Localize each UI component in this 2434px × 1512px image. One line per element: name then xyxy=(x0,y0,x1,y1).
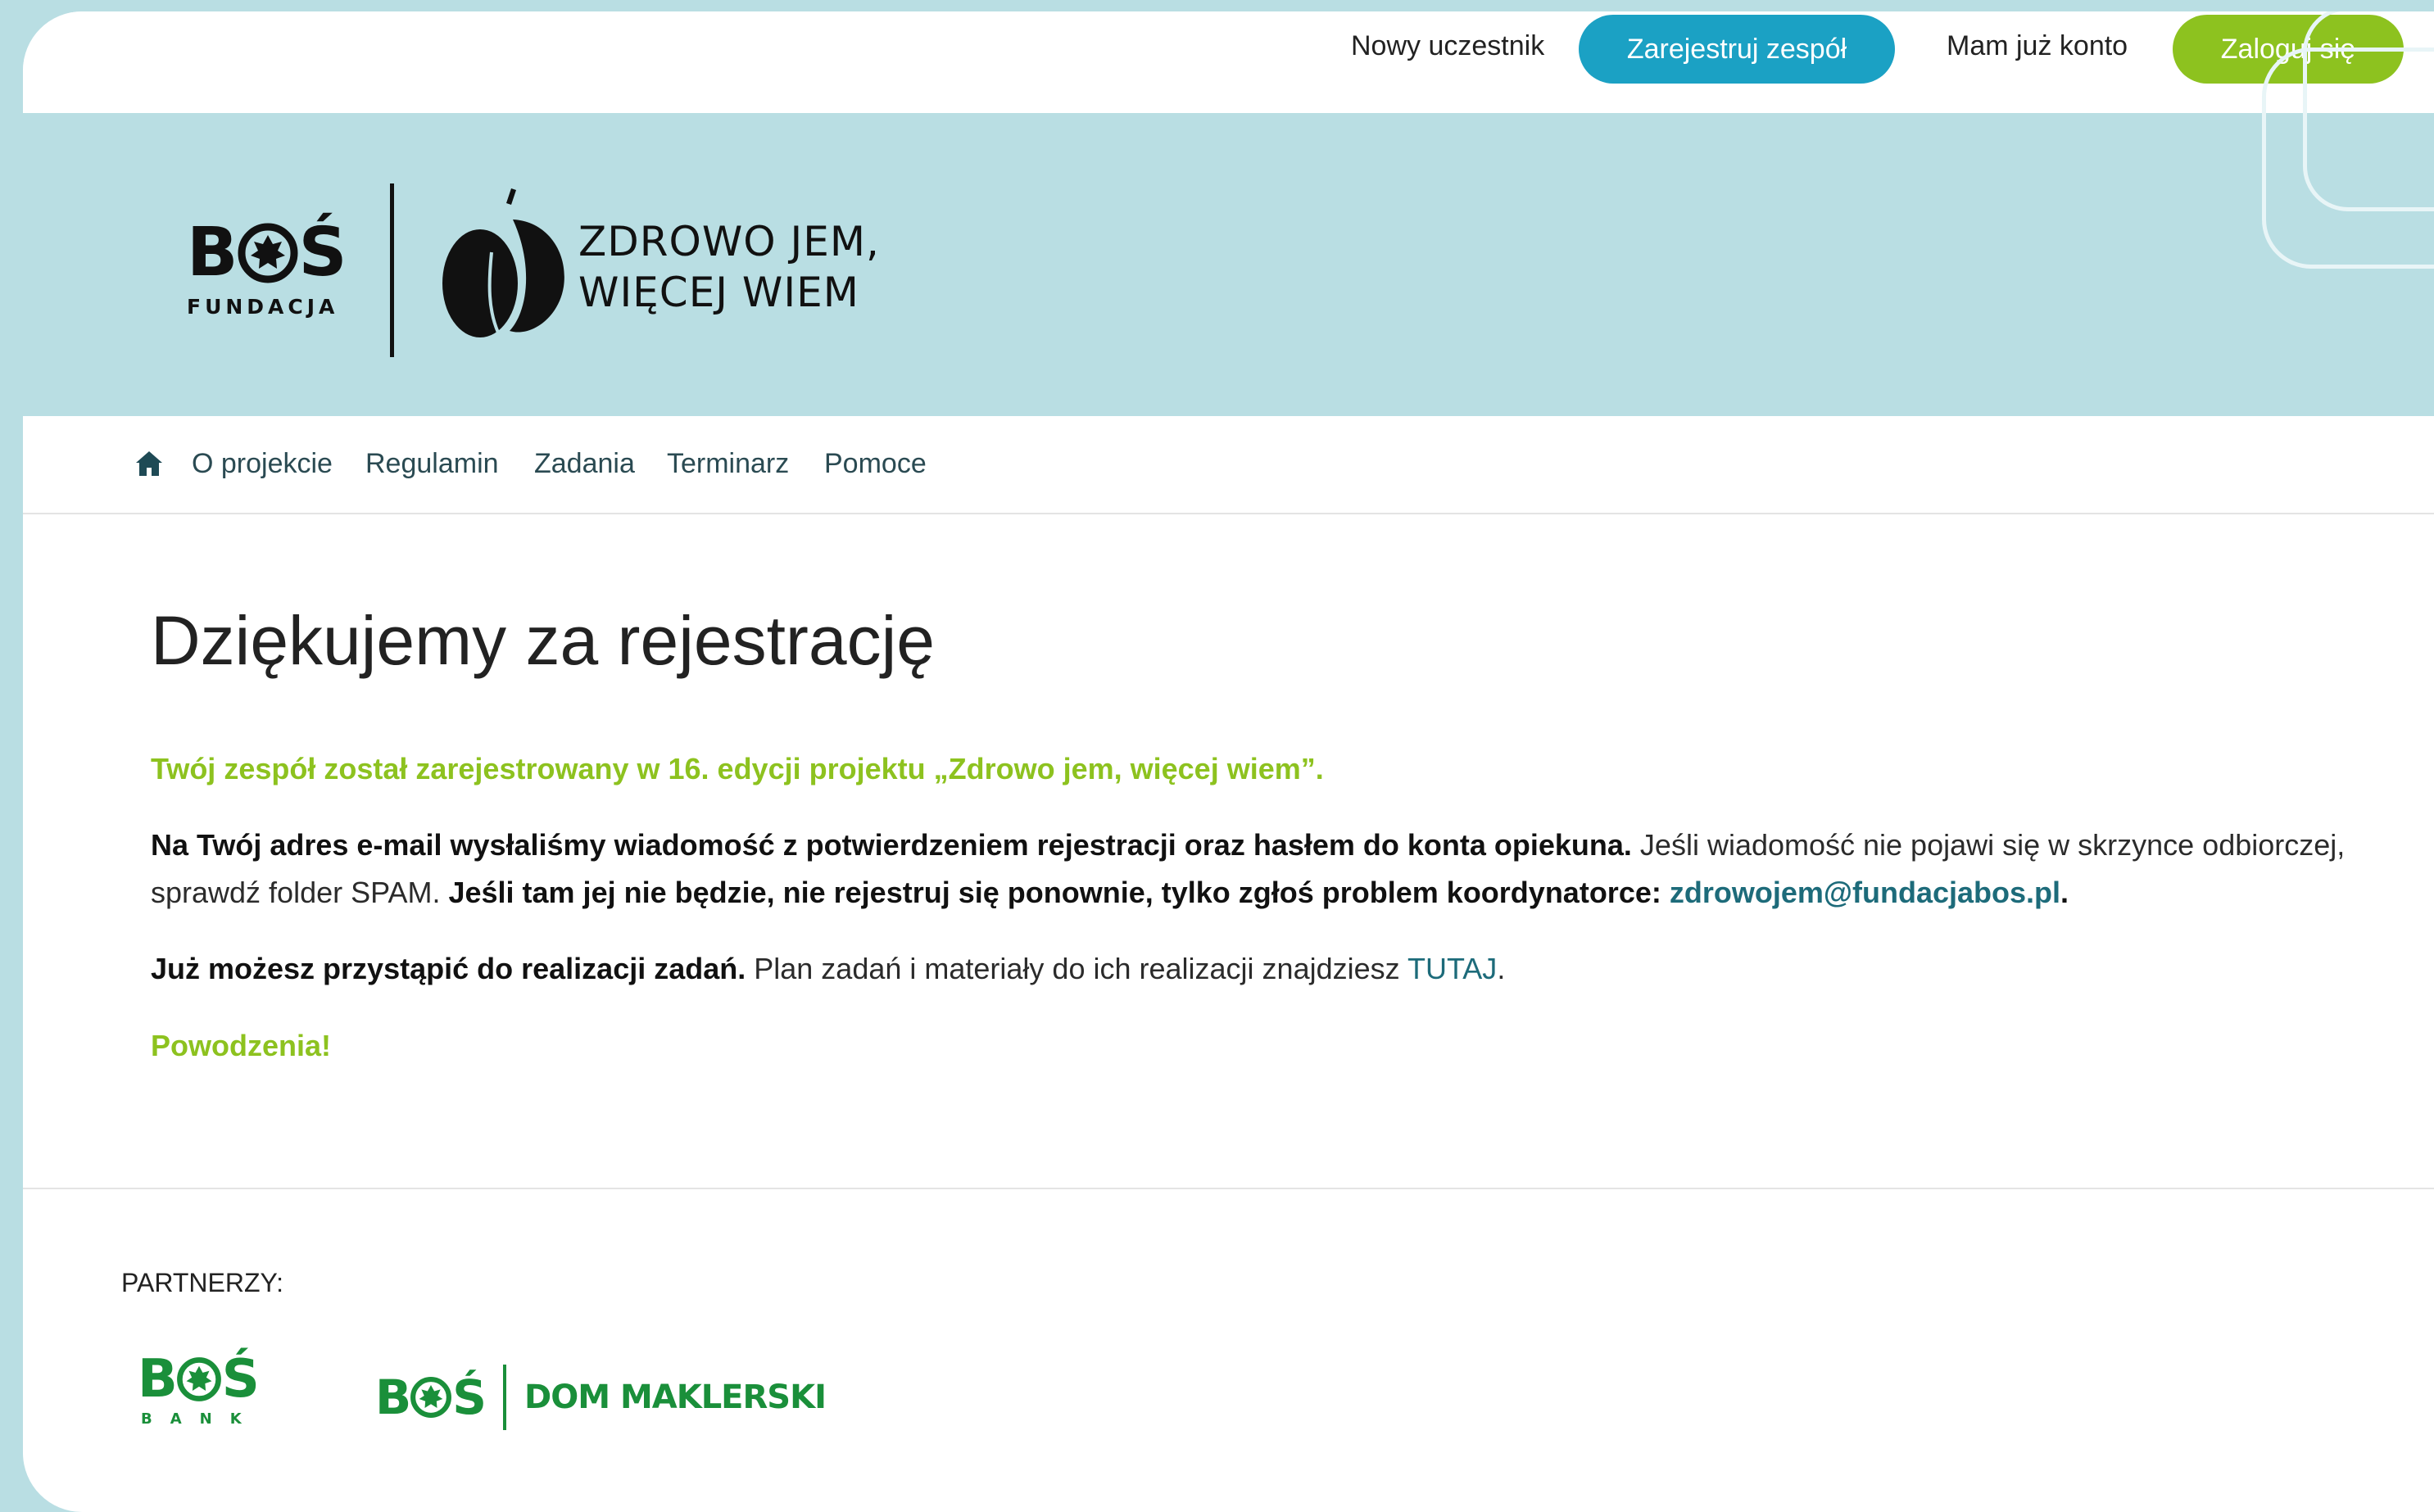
nav-item-o-projekcie[interactable]: O projekcie xyxy=(192,439,333,488)
tasks-start-bold: Już możesz przystąpić do realizacji zada… xyxy=(151,952,746,985)
logo-letter: Ś xyxy=(452,1369,487,1425)
logo-letter: Ś xyxy=(221,1349,260,1410)
bos-dom-maklerski-logo[interactable]: B Ś DOM MAKLERSKI xyxy=(375,1363,827,1432)
nav-item-zadania[interactable]: Zadania xyxy=(534,439,635,488)
nav-item-regulamin[interactable]: Regulamin xyxy=(365,439,499,488)
dom-maklerski-text: DOM MAKLERSKI xyxy=(524,1378,827,1416)
zdrowo-jem-logo[interactable]: ZDROWO JEM, WIĘCEJ WIEM xyxy=(441,187,900,351)
page-frame: Nowy uczestnik Zarejestruj zespół Mam ju… xyxy=(23,11,2434,1512)
tasks-paragraph: Już możesz przystąpić do realizacji zada… xyxy=(151,945,2346,993)
coordinator-email-link[interactable]: zdrowojem@fundacjabos.pl xyxy=(1670,876,2060,909)
register-team-button[interactable]: Zarejestruj zespół xyxy=(1579,15,1895,84)
partners-label: PARTNERZY: xyxy=(121,1268,283,1297)
email-info-paragraph: Na Twój adres e-mail wysłaliśmy wiadomoś… xyxy=(151,822,2346,917)
new-participant-text: Nowy uczestnik xyxy=(1351,30,1545,61)
tasks-plan-text: Plan zadań i materiały do ich realizacji… xyxy=(746,952,1407,985)
home-icon[interactable] xyxy=(134,449,164,478)
bank-subtitle: BANK xyxy=(141,1410,260,1428)
logo-letter: Ś xyxy=(298,214,347,292)
footer: PARTNERZY: B Ś BANK B Ś DOM MAKLERSKI xyxy=(23,1188,2434,1512)
email-sent-bold: Na Twój adres e-mail wysłaliśmy wiadomoś… xyxy=(151,828,1632,862)
good-luck-text: Powodzenia! xyxy=(151,1029,332,1062)
page-title: Dziękujemy za rejestrację xyxy=(151,602,935,679)
lead-text: Twój zespół został zarejestrowany w 16. … xyxy=(151,752,1324,785)
no-reregister-bold: Jeśli tam jej nie będzie, nie rejestruj … xyxy=(448,876,1670,909)
project-title-line1: ZDROWO JEM, xyxy=(578,218,880,265)
leaf-badge-icon xyxy=(410,1377,452,1418)
nav-item-pomoce[interactable]: Pomoce xyxy=(824,439,927,488)
have-account-text: Mam już konto xyxy=(1947,30,2128,61)
top-auth-bar: Nowy uczestnik Zarejestruj zespół Mam ju… xyxy=(23,11,2434,113)
nav-item-terminarz[interactable]: Terminarz xyxy=(667,439,789,488)
tutaj-link[interactable]: TUTAJ xyxy=(1407,952,1497,985)
sentence-end: . xyxy=(2060,876,2069,909)
logo-divider xyxy=(390,183,394,357)
main-navigation: O projekcie Regulamin Zadania Terminarz … xyxy=(23,416,2434,514)
sentence-end: . xyxy=(1497,952,1506,985)
closing-paragraph: Powodzenia! xyxy=(151,1022,2346,1070)
registration-confirmation-lead: Twój zespół został zarejestrowany w 16. … xyxy=(151,745,2346,793)
leaf-badge-icon xyxy=(238,223,298,283)
decorative-arc xyxy=(2303,11,2434,211)
project-title-line2: WIĘCEJ WIEM xyxy=(578,269,859,316)
leaf-badge-icon xyxy=(176,1357,221,1401)
logo-letter: B xyxy=(138,1349,178,1410)
apple-leaf-icon xyxy=(442,188,564,337)
logo-letter: B xyxy=(187,214,238,292)
logo-letter: B xyxy=(375,1369,411,1425)
bos-bank-logo[interactable]: B Ś BANK xyxy=(138,1353,261,1428)
logo-subtitle: FUNDACJA xyxy=(187,295,339,319)
hero-banner: B Ś FUNDACJA ZDROWO JEM, WIĘCEJ WIEM xyxy=(23,11,2434,416)
fundacja-bos-logo[interactable]: B Ś FUNDACJA xyxy=(187,220,359,319)
logo-divider xyxy=(503,1365,506,1430)
